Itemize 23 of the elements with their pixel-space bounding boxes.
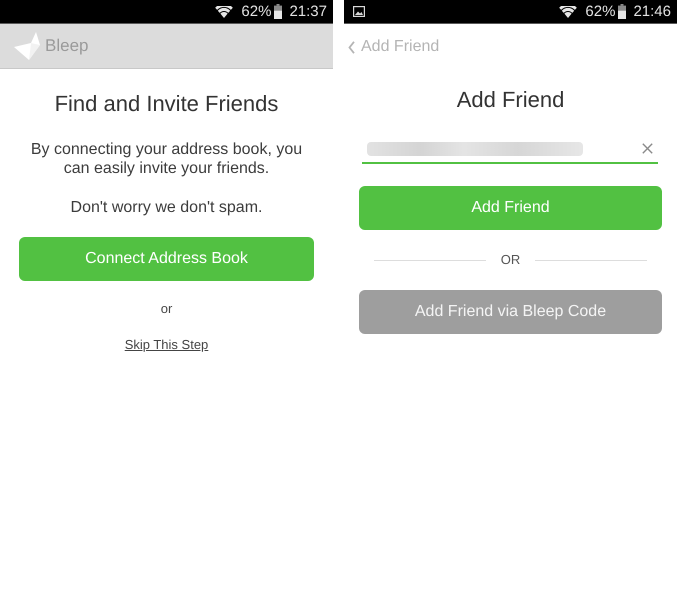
screen-title: Add Friend [456,86,564,114]
add-friend-button[interactable]: Add Friend [359,186,662,230]
chevron-icon [348,40,355,54]
bleep-code-button[interactable]: Add Friend via Bleep Code [359,290,662,334]
note-text: Don't worry we don't spam. [70,198,262,217]
description-text: By connecting your address book, you can easily invite your friends. [30,140,304,178]
app-title: Bleep [45,36,88,56]
battery-percentage: 62% [585,2,616,20]
close-icon[interactable] [642,143,653,154]
separator-text: or [160,301,172,317]
back-button[interactable]: Add Friend [348,38,440,56]
connect-button[interactable]: Connect Address Book [19,237,314,281]
battery-icon [274,4,282,19]
clock-time: 21:37 [289,2,327,20]
separator-text: OR [500,252,520,268]
wifi-icon [215,6,234,18]
battery-icon [618,4,626,19]
logo-icon [14,32,40,60]
clock-time: 21:46 [633,2,671,20]
screen-title: Find and Invite Friends [54,90,278,118]
wifi-icon [559,6,578,18]
skip-link[interactable]: Skip This Step [124,337,208,353]
battery-percentage: 62% [241,2,272,20]
